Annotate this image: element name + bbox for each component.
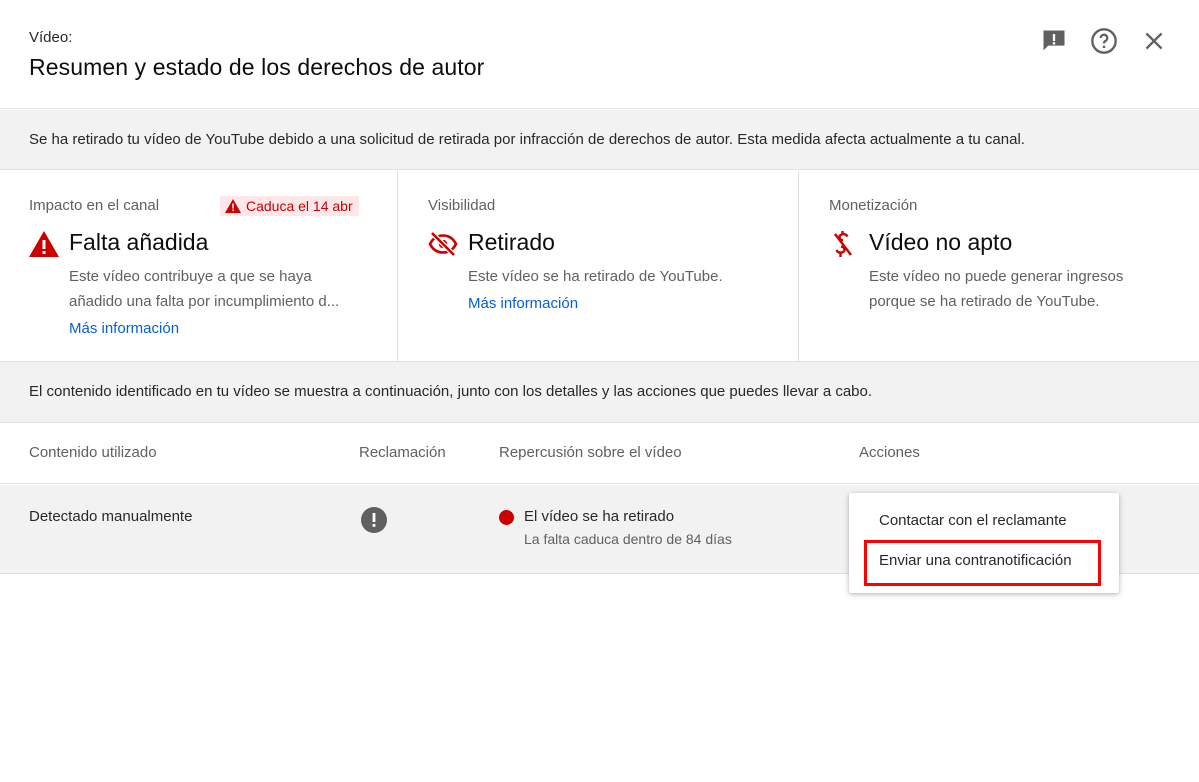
feedback-icon [1043,30,1065,51]
card-state: Vídeo no apto [869,229,1013,255]
learn-more-link[interactable]: Más información [69,320,179,337]
card-description: Este vídeo no puede generar ingresos por… [869,264,1169,314]
card-label: Visibilidad [428,197,496,214]
info-text: El contenido identificado en tu vídeo se… [29,383,873,400]
column-header-actions: Acciones [859,444,920,461]
status-dot [499,510,514,525]
content-info-banner: El contenido identificado en tu vídeo se… [0,362,1199,423]
banner-text: Se ha retirado tu vídeo de YouTube debid… [29,131,1025,148]
card-state: Retirado [468,229,555,255]
table-header: Contenido utilizado Reclamación Repercus… [0,424,1199,484]
column-header-impact: Repercusión sobre el vídeo [499,444,682,461]
column-header-claim: Reclamación [359,444,446,461]
dialog-header: Vídeo: Resumen y estado de los derechos … [0,0,1199,109]
money-off-icon [834,231,852,257]
close-button[interactable] [1138,25,1170,57]
header-eyebrow: Vídeo: [29,29,73,46]
card-label: Impacto en el canal [29,197,160,214]
warning-icon [225,199,241,213]
menu-item-counter-notification[interactable]: Enviar una contranotificación [879,552,1072,569]
visibility-card: Visibilidad Retirado Este vídeo se ha re… [399,171,799,362]
warning-icon [29,231,59,257]
column-header-content: Contenido utilizado [29,444,157,461]
dialog-title: Resumen y estado de los derechos de auto… [29,54,485,80]
card-label: Monetización [829,197,918,214]
impact-status: El vídeo se ha retirado [524,508,675,525]
content-cell: Detectado manualmente [29,508,193,525]
close-icon [1145,32,1163,50]
card-description-line: porque se ha retirado de YouTube. [869,293,1100,310]
impact-substatus: La falta caduca dentro de 84 días [524,531,732,547]
expiry-badge: Caduca el 14 abr [220,196,359,216]
card-description-line: Este vídeo no puede generar ingresos [869,268,1124,285]
status-cards: Impacto en el canal Caduca el 14 abr Fal… [0,171,1199,362]
card-description: Este vídeo se ha retirado de YouTube. [468,268,723,285]
expiry-badge-text: Caduca el 14 abr [246,198,353,214]
learn-more-link[interactable]: Más información [468,295,578,312]
takedown-banner: Se ha retirado tu vídeo de YouTube debid… [0,110,1199,170]
card-description: Este vídeo contribuye a que se haya añad… [69,264,369,314]
help-icon [1091,28,1117,54]
eye-off-icon [428,231,458,257]
feedback-button[interactable] [1038,25,1070,57]
card-description-line: añadido una falta por incumplimiento d..… [69,293,340,310]
card-state: Falta añadida [69,229,209,255]
channel-impact-card: Impacto en el canal Caduca el 14 abr Fal… [0,171,398,362]
card-description-line: Este vídeo contribuye a que se haya [69,268,312,285]
monetization-card: Monetización Vídeo no apto Este vídeo no… [800,171,1199,362]
menu-item-contact-claimant[interactable]: Contactar con el reclamante [879,512,1067,529]
actions-menu: Contactar con el reclamante Enviar una c… [849,493,1119,593]
info-alert-icon[interactable] [361,507,387,533]
help-button[interactable] [1088,25,1120,57]
